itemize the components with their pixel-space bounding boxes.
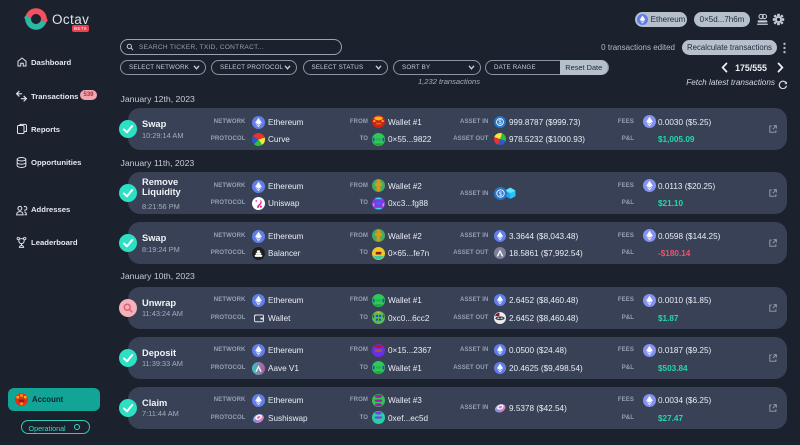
svg-text:$: $ bbox=[498, 190, 502, 197]
